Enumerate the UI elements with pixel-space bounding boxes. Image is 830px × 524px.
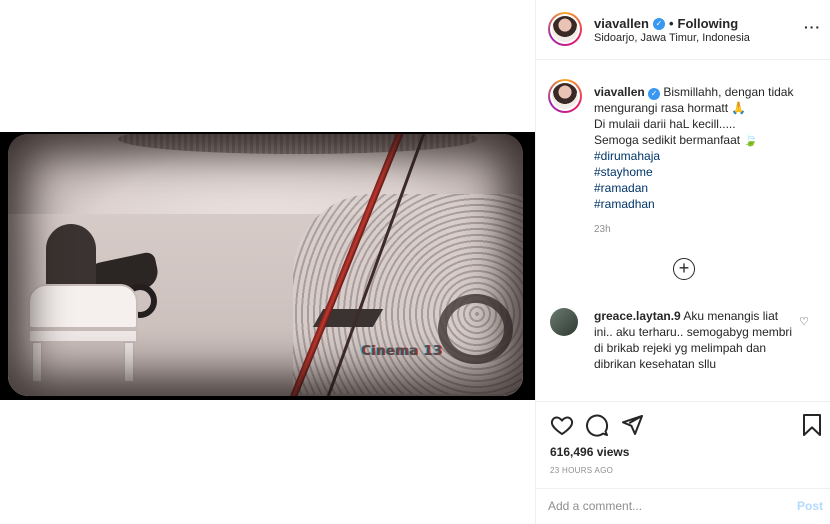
location-link[interactable]: Sidoarjo, Jawa Timur, Indonesia [594,32,750,44]
tire [438,294,513,364]
more-options-icon[interactable]: ··· [804,20,821,34]
plus-circle-icon: + [678,258,690,278]
post-side-panel: viavallen ✓ • Following Sidoarjo, Jawa T… [535,0,830,524]
send-icon[interactable] [620,413,644,437]
comment: greace.laytan.9 Aku menangis liat ini.. … [594,308,794,372]
verified-badge-icon: ✓ [652,17,665,30]
video-frame: Cinema 13 [8,134,523,396]
bookmark-icon[interactable] [800,413,824,437]
hashtag-link[interactable]: #dirumahaja [594,148,819,164]
hashtag-link[interactable]: #ramadan [594,180,819,196]
view-count[interactable]: 616,496 views [550,445,629,459]
following-button[interactable]: Following [678,16,739,31]
caption-avatar[interactable] [548,79,582,113]
post-actions: 616,496 views 23 HOURS AGO Post [536,401,830,524]
header-user-line: viavallen ✓ • Following [594,16,738,31]
white-bench [28,284,138,384]
hashtag-link[interactable]: #stayhome [594,164,819,180]
hashtag-link[interactable]: #ramadhan [594,196,819,212]
comments-area: viavallen ✓ Bismillahh, dengan tidak men… [536,61,830,401]
video-watermark: Cinema 13 [361,344,443,359]
caption: viavallen ✓ Bismillahh, dengan tidak men… [594,84,819,212]
comment-username[interactable]: greace.laytan.9 [594,309,681,323]
caption-line-3: Semoga sedikit bermanfaat 🍃 [594,133,759,147]
small-heart-icon[interactable]: ♡ [799,315,809,328]
comment-input[interactable] [548,499,768,513]
add-comment-bar: Post [536,488,830,524]
roadside-bushes [293,194,523,394]
post-video[interactable]: Cinema 13 [0,132,535,400]
avatar[interactable] [548,12,582,46]
verified-badge-icon: ✓ [648,88,661,100]
caption-username[interactable]: viavallen [594,85,645,99]
post-comment-button[interactable]: Post [797,499,823,513]
heart-icon[interactable] [550,413,574,437]
caption-line-2: Di mulaii darii haL kecill..... [594,117,736,131]
post-header: viavallen ✓ • Following Sidoarjo, Jawa T… [536,0,830,60]
separator-dot: • [668,16,674,31]
load-more-comments-button[interactable]: + [673,258,695,280]
comment-icon[interactable] [585,413,609,437]
media-pane: Cinema 13 [0,0,535,524]
commenter-avatar[interactable] [550,308,578,336]
header-username[interactable]: viavallen [594,16,649,31]
caption-time: 23h [594,224,611,235]
posted-time: 23 HOURS AGO [550,466,614,475]
